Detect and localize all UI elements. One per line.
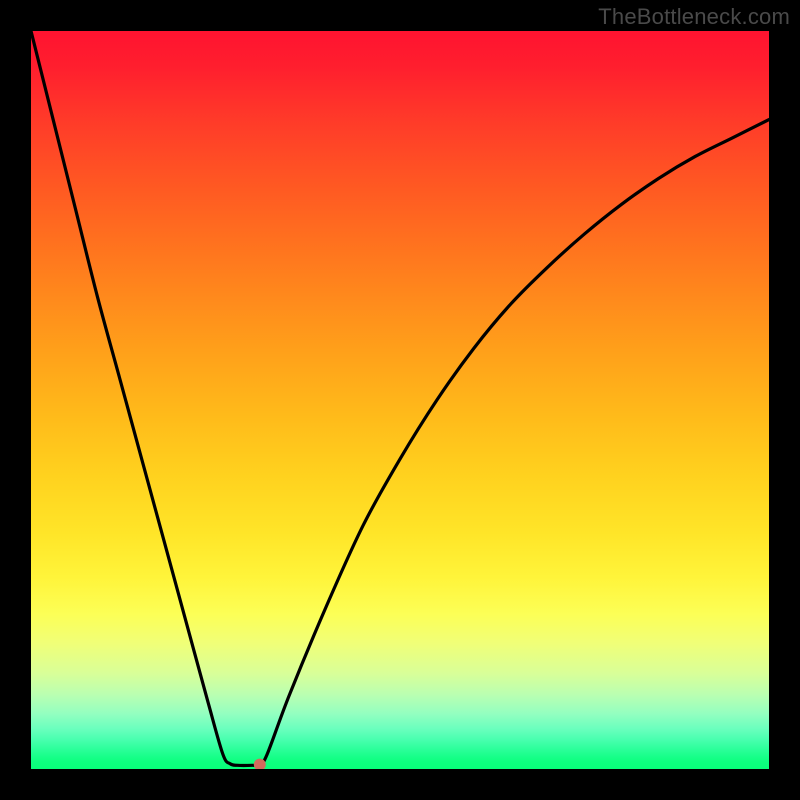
- plot-area: [31, 31, 769, 769]
- chart-svg: [31, 31, 769, 769]
- bottleneck-curve: [31, 31, 769, 766]
- watermark-text: TheBottleneck.com: [598, 4, 790, 30]
- chart-frame: TheBottleneck.com: [0, 0, 800, 800]
